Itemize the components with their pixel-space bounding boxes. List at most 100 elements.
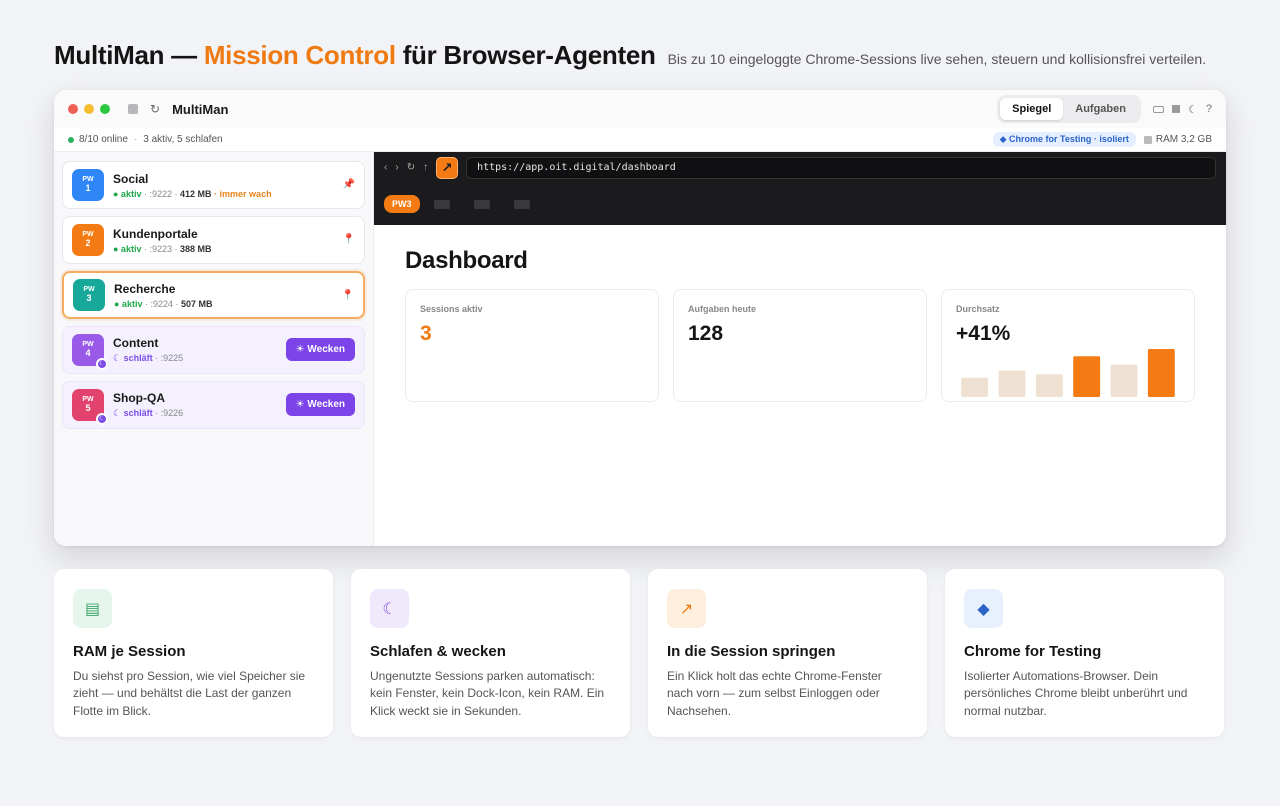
up-icon[interactable]: ↑ [423, 162, 428, 173]
back-icon[interactable]: ‹ [384, 162, 387, 173]
tab-placeholder[interactable] [473, 199, 490, 209]
feature-title: Chrome for Testing [964, 643, 1102, 660]
session-item-content[interactable]: PW 4 ☾ Content ☾ schläft · :9225 ☀ Wecken [62, 326, 365, 374]
location-pin-icon[interactable]: 📍 [343, 234, 355, 245]
session-name: Recherche [114, 281, 176, 296]
kpi-value: 128 [688, 322, 724, 345]
layout-icon[interactable] [1153, 105, 1164, 113]
title-prefix: MultiMan — [54, 40, 197, 70]
kpi-label: Aufgaben heute [688, 304, 757, 314]
title-bar: ↻ MultiMan Spiegel Aufgaben ☾ ? [54, 90, 1226, 128]
tab-spiegel[interactable]: Spiegel [1000, 98, 1064, 120]
browser-mirror: ‹ › ↻ ↑ ↗ https://app.oit.digital/dashbo… [374, 152, 1226, 546]
browser-tabs: PW3 [374, 183, 1226, 225]
feature-card-chrome: ◆ Chrome for Testing Isolierter Automati… [945, 569, 1224, 737]
chart-bar-4 [1073, 356, 1101, 397]
feature-card-ram: ▤ RAM je Session Du siehst pro Session, … [54, 569, 333, 737]
feature-card-sleep: ☾ Schlafen & wecken Ungenutzte Sessions … [351, 569, 630, 737]
ram-total: RAM 3,2 GB [1143, 134, 1212, 145]
session-name: Social [113, 171, 149, 186]
session-item-social[interactable]: PW 1 Social ● aktiv · :9222 · 412 MB · im… [62, 161, 365, 209]
feature-title: In die Session springen [667, 643, 836, 660]
session-meta: ☾ schläft · :9226 [113, 408, 184, 418]
kpi-card-throughput: Durchsatz +41% [941, 289, 1195, 402]
session-name: Kundenportale [113, 226, 198, 241]
session-avatar: PW 5 ☾ [72, 389, 108, 425]
forward-icon[interactable]: › [395, 162, 398, 173]
reload-icon[interactable]: ↻ [407, 162, 415, 173]
session-item-kundenportale[interactable]: PW 2 Kundenportale ● aktiv · :9223 · 388 … [62, 216, 365, 264]
pin-icon[interactable]: 📌 [343, 179, 355, 190]
session-state-summary: 3 aktiv, 5 schlafen [143, 134, 223, 145]
session-sidebar: PW 1 Social ● aktiv · :9222 · 412 MB · im… [54, 152, 374, 546]
location-pin-icon[interactable]: 📍 [342, 290, 354, 301]
ram-icon [1143, 135, 1152, 144]
maximize-window-icon[interactable] [100, 104, 110, 114]
minimize-window-icon[interactable] [84, 104, 94, 114]
page-subtitle: Bis zu 10 eingeloggte Chrome-Sessions li… [667, 51, 1207, 67]
browser-nav: ‹ › ↻ ↑ ↗ https://app.oit.digital/dashbo… [374, 152, 1226, 183]
session-avatar: PW 2 [72, 224, 104, 256]
feature-title: RAM je Session [73, 643, 186, 660]
tab-pw3[interactable]: PW3 [384, 195, 420, 213]
kpi-value: 3 [420, 322, 432, 345]
chart-bar-6 [1147, 349, 1175, 397]
status-bar: 8/10 online · 3 aktiv, 5 schlafen ◆ Chro… [54, 128, 1226, 152]
tab-placeholder[interactable] [513, 199, 530, 209]
chart-bar-1 [961, 377, 989, 397]
memory-icon: ▤ [73, 589, 112, 628]
throughput-bar-chart [961, 349, 1175, 397]
feature-text: Ein Klick holt das echte Chrome-Fenster … [667, 669, 882, 718]
feature-title: Schlafen & wecken [370, 643, 506, 660]
feature-card-jump: ↗ In die Session springen Ein Klick holt… [648, 569, 927, 737]
session-meta: ● aktiv · :9222 · 412 MB · immer wach [113, 188, 272, 199]
reload-icon[interactable]: ↻ [150, 102, 160, 116]
tab-placeholder[interactable] [433, 199, 450, 209]
feature-text: Isolierter Automations-Browser. Dein per… [964, 669, 1188, 718]
session-meta: ☾ schläft · :9225 [113, 353, 184, 363]
chrome-for-testing-badge: ◆ Chrome for Testing · isoliert [992, 132, 1136, 147]
kpi-card-sessions: Sessions aktiv 3 [405, 289, 659, 402]
title-accent: Mission Control [203, 40, 396, 70]
app-window: ↻ MultiMan Spiegel Aufgaben ☾ ? 8/10 onl… [54, 90, 1226, 546]
wake-button[interactable]: ☀ Wecken [285, 393, 355, 416]
arrow-up-right-icon: ↗ [667, 589, 706, 628]
sleep-moon-icon: ☾ [96, 358, 108, 370]
page-headline: MultiMan — Mission Control für Browser-A… [54, 40, 1206, 71]
session-meta: ● aktiv · :9224 · 507 MB [114, 298, 213, 309]
online-dot-icon [68, 136, 74, 143]
title-suffix: für Browser-Agenten [402, 40, 656, 70]
feature-text: Ungenutzte Sessions parken automatisch: … [370, 669, 605, 718]
page-title: MultiMan — Mission Control für Browser-A… [54, 40, 656, 71]
kpi-value: +41% [956, 322, 1011, 345]
app-title: MultiMan [172, 101, 229, 117]
sleep-moon-icon: ☾ [96, 413, 108, 425]
grid-icon[interactable] [1172, 105, 1180, 113]
sidebar-toggle-icon[interactable] [128, 104, 138, 114]
kpi-label: Sessions aktiv [420, 304, 483, 314]
session-item-shop-qa[interactable]: PW 5 ☾ Shop-QA ☾ schläft · :9226 ☀ Wecken [62, 381, 365, 429]
titlebar-icons: ☾ ? [1153, 103, 1212, 116]
wake-button[interactable]: ☀ Wecken [285, 338, 355, 361]
session-item-recherche[interactable]: PW 3 Recherche ● aktiv · :9224 · 507 MB 📍 [62, 271, 365, 319]
feature-text: Du siehst pro Session, wie viel Speicher… [73, 669, 306, 718]
jump-to-session-button[interactable]: ↗ [436, 156, 459, 179]
close-window-icon[interactable] [68, 104, 78, 114]
session-meta: ● aktiv · :9223 · 388 MB [113, 243, 212, 254]
feature-list: ▤ RAM je Session Du siehst pro Session, … [54, 569, 1224, 737]
online-count: 8/10 online [79, 134, 128, 145]
dashboard-title: Dashboard [405, 247, 528, 274]
theme-moon-icon[interactable]: ☾ [1188, 103, 1198, 116]
help-icon[interactable]: ? [1206, 103, 1212, 115]
diamond-icon: ◆ [964, 589, 1003, 628]
browser-chrome: ‹ › ↻ ↑ ↗ https://app.oit.digital/dashbo… [374, 152, 1226, 225]
tab-aufgaben[interactable]: Aufgaben [1063, 98, 1138, 120]
page-content: Dashboard Sessions aktiv 3 Aufgaben heut… [374, 225, 1226, 546]
chart-bar-5 [1110, 364, 1138, 397]
url-bar[interactable]: https://app.oit.digital/dashboard [466, 156, 1216, 179]
kpi-label: Durchsatz [956, 304, 1000, 314]
moon-icon: ☾ [370, 589, 409, 628]
session-avatar: PW 3 [73, 279, 105, 311]
session-name: Content [113, 336, 159, 350]
view-switch: Spiegel Aufgaben [997, 95, 1141, 123]
